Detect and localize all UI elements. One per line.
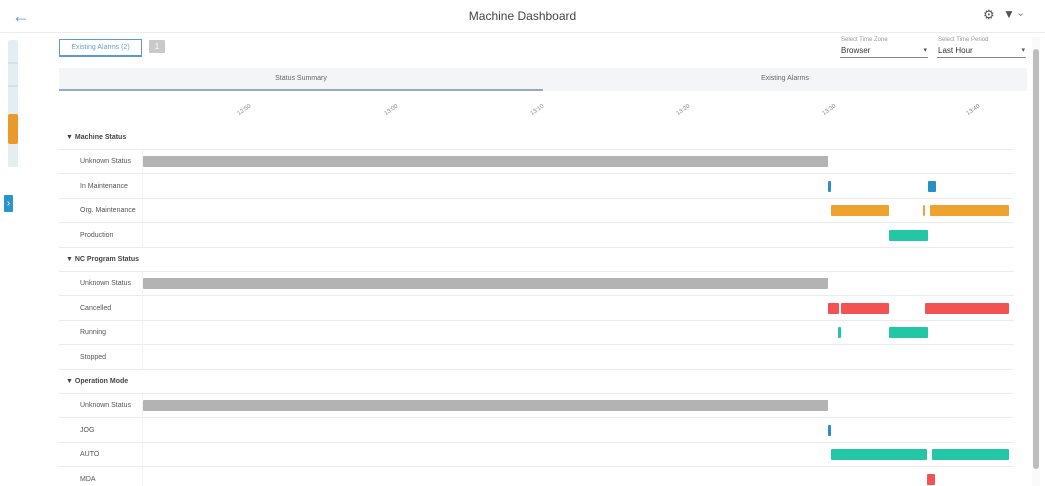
timeline-bar[interactable] <box>840 302 889 314</box>
top-bar: ← Machine Dashboard ⚙ ▼ ⌄ <box>0 0 1045 33</box>
page-title: Machine Dashboard <box>468 9 577 23</box>
row-divider <box>142 467 143 486</box>
group-label[interactable]: ▼ Machine Status <box>66 126 126 150</box>
pinned-tab[interactable]: Existing Alarms (2) <box>59 39 142 57</box>
row-divider <box>142 199 143 224</box>
timeline-bar[interactable] <box>143 278 829 290</box>
row-label: AUTO <box>80 451 100 459</box>
time-period-select[interactable]: Select Time Period Last Hour ▾ <box>937 37 1026 58</box>
time-axis-tick-label: 13:20 <box>675 103 692 117</box>
pinned-count-badge[interactable]: 1 <box>149 40 165 53</box>
time-axis-tick-label: 13:00 <box>383 103 400 117</box>
timeline-row: Running <box>59 321 1014 346</box>
timeline-row: In Maintenance <box>59 174 1014 199</box>
view-tabs: Status Summary Existing Alarms <box>59 68 1027 91</box>
caret-down-icon: ▾ <box>1021 47 1025 54</box>
timeline-bar[interactable] <box>927 180 936 192</box>
side-scroll-strip[interactable] <box>8 40 18 167</box>
timeline-group-row[interactable]: ▼ NC Program Status <box>59 248 1014 272</box>
strip-divider <box>8 62 18 64</box>
row-divider <box>142 321 143 346</box>
timeline-bar[interactable] <box>838 327 841 339</box>
timeline-group-row[interactable]: ▼ Machine Status <box>59 126 1014 150</box>
time-zone-value: Browser <box>841 46 871 55</box>
caret-down-icon: ▾ <box>923 47 927 54</box>
row-label: Org. Maintenance <box>80 207 136 215</box>
timeline-bar[interactable] <box>932 449 1009 461</box>
time-zone-select[interactable]: Select Time Zone Browser ▾ <box>840 37 928 58</box>
row-divider <box>142 345 143 370</box>
timeline-bar[interactable] <box>926 473 935 485</box>
group-label[interactable]: ▼ Operation Mode <box>66 370 128 394</box>
row-divider <box>142 223 143 248</box>
timeline-bar[interactable] <box>922 205 926 217</box>
timeline-bar[interactable] <box>929 205 1009 217</box>
time-axis-tick-label: 13:30 <box>821 103 838 117</box>
timeline-group-row[interactable]: ▼ Operation Mode <box>59 370 1014 394</box>
timeline-bar[interactable] <box>831 449 927 461</box>
filter-icon[interactable]: ▼ <box>1003 7 1015 21</box>
strip-divider <box>8 85 18 87</box>
timeline-bar[interactable] <box>831 205 889 217</box>
row-label: In Maintenance <box>80 182 128 190</box>
strip-thumb[interactable] <box>8 114 18 144</box>
row-label: Unknown Status <box>80 158 131 166</box>
tab-existing-alarms[interactable]: Existing Alarms <box>543 68 1027 91</box>
expand-panel-icon[interactable]: › <box>4 195 13 212</box>
time-axis-tick-label: 13:10 <box>529 103 546 117</box>
timeline-bar[interactable] <box>888 327 928 339</box>
group-label[interactable]: ▼ NC Program Status <box>66 248 139 272</box>
time-axis-tick-label: 13:40 <box>965 103 982 117</box>
row-divider <box>142 174 143 199</box>
timeline-row: Unknown Status <box>59 394 1014 419</box>
timeline-bar[interactable] <box>828 302 839 314</box>
row-label: Unknown Status <box>80 402 131 410</box>
timeline-bar[interactable] <box>143 156 829 168</box>
row-divider <box>142 296 143 321</box>
timeline-row: AUTO <box>59 443 1014 468</box>
time-period-value: Last Hour <box>938 46 973 55</box>
timeline-row: Production <box>59 223 1014 248</box>
timeline-row: Unknown Status <box>59 150 1014 175</box>
scrollbar-thumb[interactable] <box>1033 49 1039 469</box>
timeline-row: Org. Maintenance <box>59 199 1014 224</box>
row-label: Unknown Status <box>80 280 131 288</box>
timeline-row: Stopped <box>59 345 1014 370</box>
row-label: Cancelled <box>80 304 112 312</box>
time-axis-tick-label: 12:50 <box>236 103 253 117</box>
row-label: MDA <box>80 475 96 483</box>
time-zone-label: Select Time Zone <box>841 37 888 43</box>
row-divider <box>142 418 143 443</box>
timeline-row: Unknown Status <box>59 272 1014 297</box>
row-label: Running <box>80 329 107 337</box>
timeline-row: MDA <box>59 467 1014 486</box>
chevron-down-icon[interactable]: ⌄ <box>1016 6 1025 19</box>
gear-icon[interactable]: ⚙ <box>983 7 995 23</box>
timeline-row: JOG <box>59 418 1014 443</box>
timeline-bar[interactable] <box>888 229 928 241</box>
row-label: Stopped <box>80 353 107 361</box>
timeline-bar[interactable] <box>925 302 1009 314</box>
time-period-label: Select Time Period <box>938 37 989 43</box>
timeline-bar[interactable] <box>143 400 829 412</box>
tab-status-summary[interactable]: Status Summary <box>59 68 543 91</box>
timeline-bar[interactable] <box>828 424 832 436</box>
row-label: Production <box>80 231 114 239</box>
timeline-bar[interactable] <box>828 180 832 192</box>
row-label: JOG <box>80 426 95 434</box>
page-scrollbar[interactable] <box>1032 37 1040 486</box>
timeline-row: Cancelled <box>59 296 1014 321</box>
row-divider <box>142 443 143 468</box>
